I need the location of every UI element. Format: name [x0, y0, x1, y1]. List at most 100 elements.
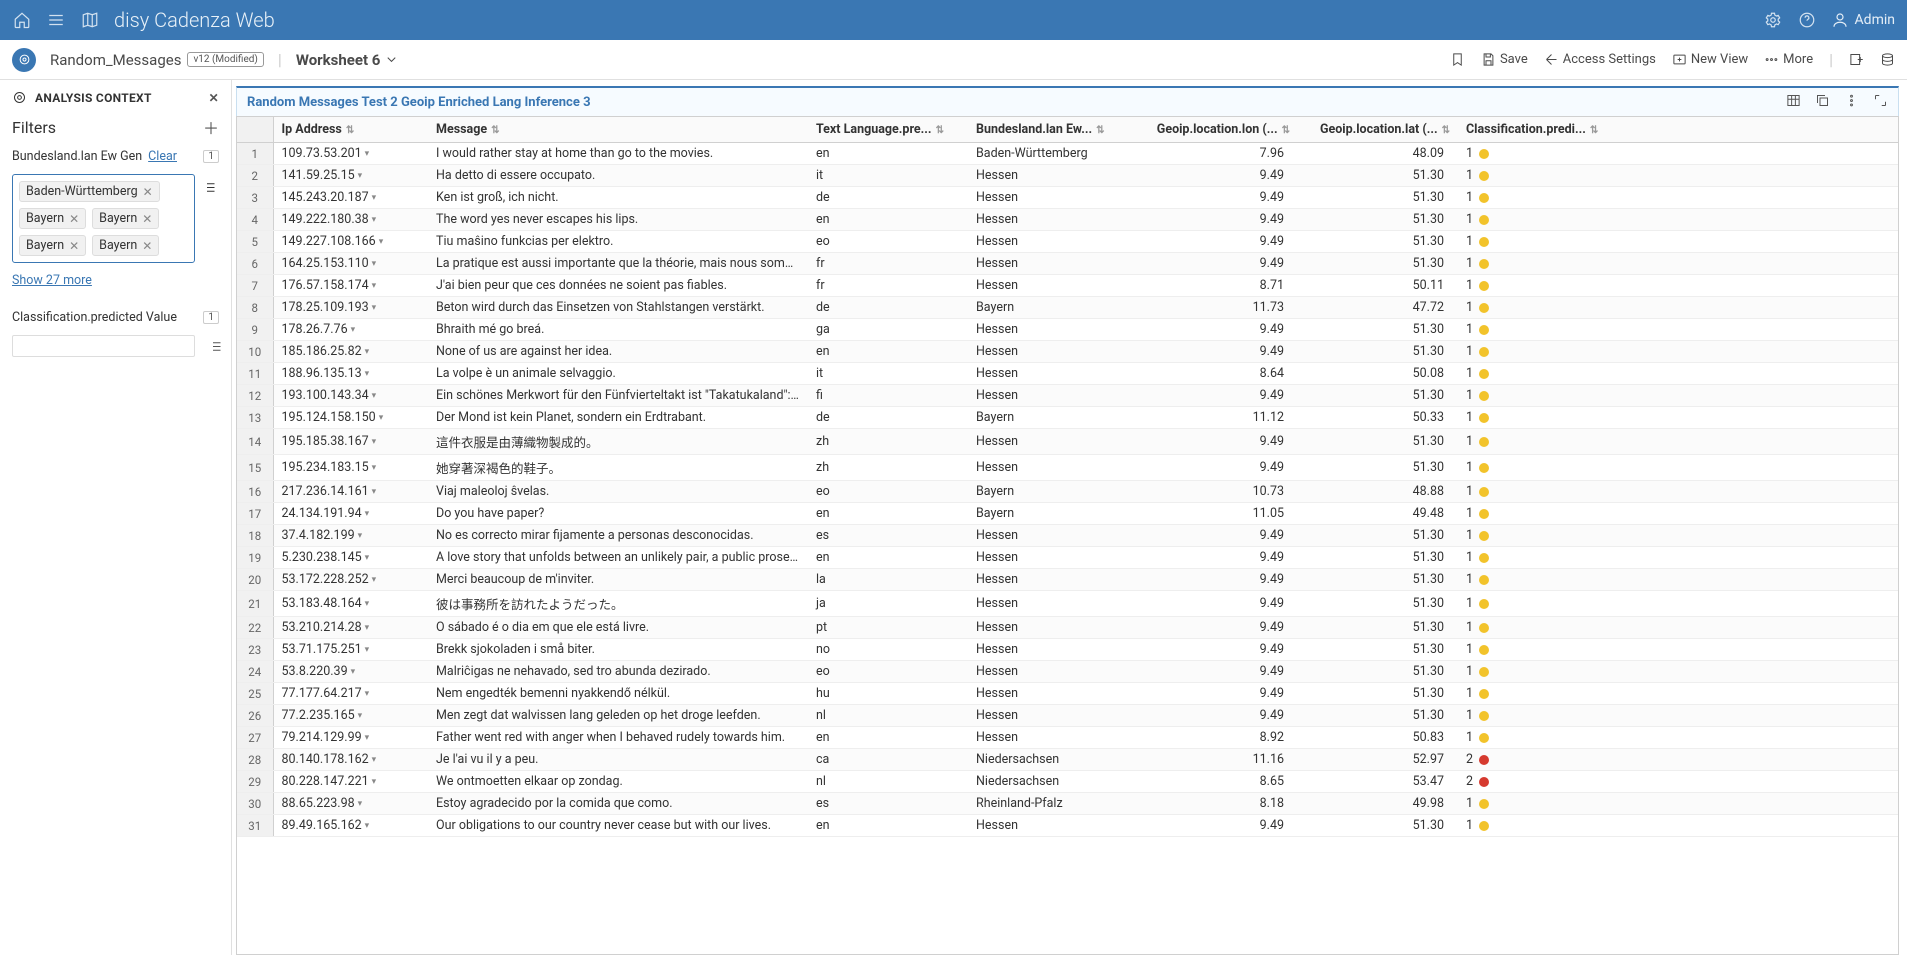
filter-tag[interactable]: Bayern✕ — [19, 208, 86, 229]
cell-ip[interactable]: 164.25.153.110▾ — [273, 253, 428, 275]
chevron-down-icon[interactable]: ▾ — [365, 623, 370, 633]
list-icon[interactable] — [202, 180, 217, 199]
cell-ip[interactable]: 89.49.165.162▾ — [273, 815, 428, 837]
table-row[interactable]: 19 5.230.238.145▾ A love story that unfo… — [237, 547, 1898, 569]
table-row[interactable]: 8 178.25.109.193▾ Beton wird durch das E… — [237, 297, 1898, 319]
column-header[interactable]: Text Language.pre...⇅ — [808, 117, 968, 143]
sort-icon[interactable]: ⇅ — [346, 125, 354, 136]
save-button[interactable]: Save — [1481, 52, 1528, 67]
table-row[interactable]: 29 80.228.147.221▾ We ontmoetten elkaar … — [237, 771, 1898, 793]
expand-icon[interactable] — [1873, 93, 1888, 112]
column-header[interactable]: Classification.predi...⇅ — [1458, 117, 1898, 143]
sort-icon[interactable]: ⇅ — [1590, 125, 1598, 136]
remove-tag-icon[interactable]: ✕ — [142, 212, 152, 226]
table-row[interactable]: 11 188.96.135.13▾ La volpe è un animale … — [237, 363, 1898, 385]
help-icon[interactable] — [1797, 10, 1817, 30]
table-wrap[interactable]: Ip Address⇅Message⇅Text Language.pre...⇅… — [236, 116, 1899, 955]
filter-tag[interactable]: Baden-Württemberg✕ — [19, 181, 160, 202]
filter1-tagbox[interactable]: Baden-Württemberg✕ Bayern✕ Bayern✕ Bayern✕ B… — [12, 174, 195, 263]
data-icon[interactable] — [1880, 52, 1895, 67]
sort-icon[interactable]: ⇅ — [1096, 125, 1104, 136]
cell-ip[interactable]: 149.222.180.38▾ — [273, 209, 428, 231]
table-row[interactable]: 6 164.25.153.110▾ La pratique est aussi … — [237, 253, 1898, 275]
chevron-down-icon[interactable]: ▾ — [365, 733, 370, 743]
clear-filter-link[interactable]: Clear — [148, 149, 177, 164]
kebab-icon[interactable] — [1844, 93, 1859, 112]
cell-ip[interactable]: 53.183.48.164▾ — [273, 591, 428, 617]
table-row[interactable]: 24 53.8.220.39▾ Malriĉigas ne nehavado, … — [237, 661, 1898, 683]
sort-icon[interactable]: ⇅ — [1442, 125, 1450, 136]
more-menu[interactable]: More — [1764, 52, 1813, 67]
chevron-down-icon[interactable]: ▾ — [358, 799, 363, 809]
add-sheet-icon[interactable] — [1849, 52, 1864, 67]
cell-ip[interactable]: 176.57.158.174▾ — [273, 275, 428, 297]
sort-icon[interactable]: ⇅ — [491, 125, 499, 136]
table-row[interactable]: 18 37.4.182.199▾ No es correcto mirar fi… — [237, 525, 1898, 547]
cell-ip[interactable]: 109.73.53.201▾ — [273, 143, 428, 165]
cell-ip[interactable]: 79.214.129.99▾ — [273, 727, 428, 749]
close-icon[interactable]: ✕ — [209, 91, 219, 105]
chevron-down-icon[interactable]: ▾ — [358, 171, 363, 181]
remove-tag-icon[interactable]: ✕ — [143, 185, 153, 199]
doc-name[interactable]: Random_Messages v12 (Modified) — [50, 51, 264, 69]
add-filter-icon[interactable]: ＋ — [203, 115, 219, 139]
table-row[interactable]: 21 53.183.48.164▾ 彼は事務所を訪れたようだった。 ja Hes… — [237, 591, 1898, 617]
chevron-down-icon[interactable]: ▾ — [351, 325, 356, 335]
chevron-down-icon[interactable]: ▾ — [372, 259, 377, 269]
cell-ip[interactable]: 77.177.64.217▾ — [273, 683, 428, 705]
sort-icon[interactable]: ⇅ — [1282, 125, 1290, 136]
chevron-down-icon[interactable]: ▾ — [372, 281, 377, 291]
cell-ip[interactable]: 24.134.191.94▾ — [273, 503, 428, 525]
table-row[interactable]: 3 145.243.20.187▾ Ken ist groß, ich nich… — [237, 187, 1898, 209]
chevron-down-icon[interactable]: ▾ — [372, 391, 377, 401]
cell-ip[interactable]: 80.228.147.221▾ — [273, 771, 428, 793]
column-header[interactable]: Ip Address⇅ — [273, 117, 428, 143]
cell-ip[interactable]: 53.71.175.251▾ — [273, 639, 428, 661]
column-header[interactable]: Geoip.location.lon (...⇅ — [1128, 117, 1298, 143]
cell-ip[interactable]: 149.227.108.166▾ — [273, 231, 428, 253]
filter-tag[interactable]: Bayern✕ — [92, 208, 159, 229]
table-row[interactable]: 5 149.227.108.166▾ Tiu maŝino funkcias p… — [237, 231, 1898, 253]
home-icon[interactable] — [12, 10, 32, 30]
cell-ip[interactable]: 195.234.183.15▾ — [273, 455, 428, 481]
chevron-down-icon[interactable]: ▾ — [372, 215, 377, 225]
table-row[interactable]: 27 79.214.129.99▾ Father went red with a… — [237, 727, 1898, 749]
filter2-input[interactable] — [12, 335, 195, 357]
new-view-button[interactable]: New View — [1672, 52, 1748, 67]
cell-ip[interactable]: 53.8.220.39▾ — [273, 661, 428, 683]
table-row[interactable]: 13 195.124.158.150▾ Der Mond ist kein Pl… — [237, 407, 1898, 429]
chevron-down-icon[interactable]: ▾ — [365, 149, 370, 159]
table-row[interactable]: 9 178.26.7.76▾ Bhraith mé go breá. ga He… — [237, 319, 1898, 341]
menu-icon[interactable] — [46, 10, 66, 30]
table-row[interactable]: 14 195.185.38.167▾ 這件衣服是由薄織物製成的。 zh Hess… — [237, 429, 1898, 455]
cell-ip[interactable]: 193.100.143.34▾ — [273, 385, 428, 407]
cell-ip[interactable]: 37.4.182.199▾ — [273, 525, 428, 547]
cell-ip[interactable]: 217.236.14.161▾ — [273, 481, 428, 503]
cell-ip[interactable]: 88.65.223.98▾ — [273, 793, 428, 815]
table-row[interactable]: 30 88.65.223.98▾ Estoy agradecido por la… — [237, 793, 1898, 815]
cell-ip[interactable]: 185.186.25.82▾ — [273, 341, 428, 363]
filter-tag[interactable]: Bayern✕ — [19, 235, 86, 256]
table-row[interactable]: 17 24.134.191.94▾ Do you have paper? en … — [237, 503, 1898, 525]
table-row[interactable]: 28 80.140.178.162▾ Je l'ai vu il y a peu… — [237, 749, 1898, 771]
bookmark-icon[interactable] — [1450, 52, 1465, 67]
copy-icon[interactable] — [1815, 93, 1830, 112]
table-row[interactable]: 22 53.210.214.28▾ O sábado é o dia em qu… — [237, 617, 1898, 639]
chevron-down-icon[interactable]: ▾ — [358, 531, 363, 541]
chevron-down-icon[interactable]: ▾ — [365, 645, 370, 655]
chevron-down-icon[interactable]: ▾ — [372, 487, 377, 497]
chevron-down-icon[interactable]: ▾ — [379, 237, 384, 247]
list-icon[interactable] — [208, 339, 223, 358]
chevron-down-icon[interactable]: ▾ — [365, 689, 370, 699]
cell-ip[interactable]: 5.230.238.145▾ — [273, 547, 428, 569]
cell-ip[interactable]: 53.172.228.252▾ — [273, 569, 428, 591]
user-menu[interactable]: Admin — [1831, 11, 1895, 29]
filter-tag[interactable]: Bayern✕ — [92, 235, 159, 256]
cell-ip[interactable]: 195.185.38.167▾ — [273, 429, 428, 455]
chevron-down-icon[interactable]: ▾ — [372, 575, 377, 585]
chevron-down-icon[interactable]: ▾ — [372, 303, 377, 313]
table-row[interactable]: 4 149.222.180.38▾ The word yes never esc… — [237, 209, 1898, 231]
cell-ip[interactable]: 178.25.109.193▾ — [273, 297, 428, 319]
chevron-down-icon[interactable]: ▾ — [351, 667, 356, 677]
table-row[interactable]: 2 141.59.25.15▾ Ha detto di essere occup… — [237, 165, 1898, 187]
